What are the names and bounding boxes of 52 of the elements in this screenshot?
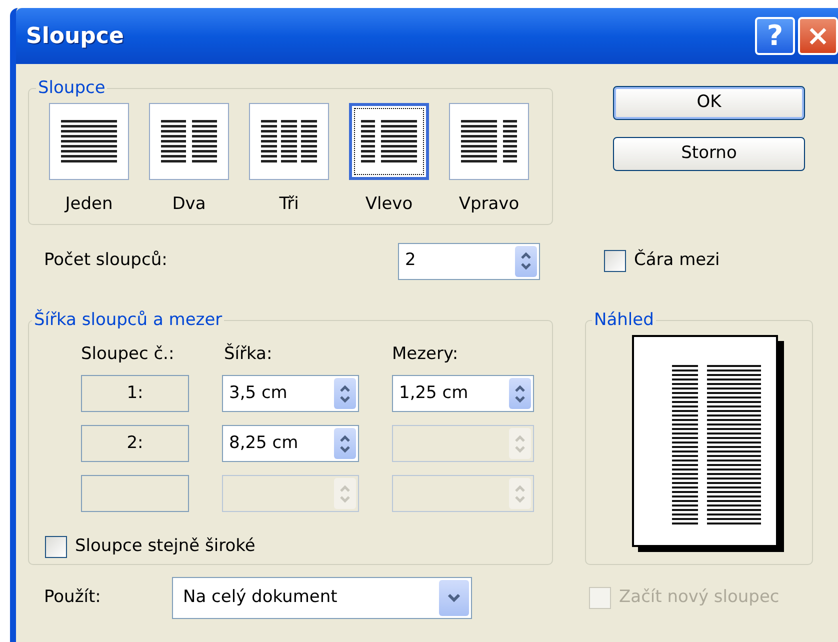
spin-buttons[interactable] <box>509 378 531 409</box>
preset-label: Tři <box>279 192 299 216</box>
up-down-arrows-icon <box>514 484 526 504</box>
checkbox-label: Sloupce stejně široké <box>75 535 256 558</box>
group-label: Sloupce <box>37 77 106 100</box>
layout-preset-button[interactable] <box>249 102 329 180</box>
group-label: Šířka sloupců a mezer <box>33 308 224 332</box>
dialog-button[interactable]: Storno <box>613 137 805 171</box>
preset-label: Vpravo <box>458 192 520 216</box>
up-down-arrows-icon <box>339 384 351 404</box>
number-field[interactable]: 2 <box>398 242 540 280</box>
group-label: Náhled <box>593 309 655 332</box>
dropdown-button[interactable] <box>439 580 469 616</box>
help-button[interactable]: ? <box>755 17 795 55</box>
field-label: Použít: <box>44 586 102 610</box>
preset-label: Jeden <box>65 192 113 216</box>
spin-buttons[interactable] <box>334 378 356 409</box>
spin-buttons[interactable] <box>515 246 537 276</box>
up-down-arrows-icon <box>520 251 532 271</box>
columns-icon <box>461 119 517 163</box>
layout-preset-button[interactable] <box>349 102 429 180</box>
columns-icon <box>261 119 317 163</box>
preset-label: Dva <box>172 192 206 216</box>
columns-icon <box>361 119 417 163</box>
dropdown[interactable]: Na celý dokument <box>172 577 472 619</box>
checkbox[interactable] <box>604 250 626 272</box>
checkbox-label: Začít nový sloupec <box>619 586 780 610</box>
up-down-arrows-icon <box>514 434 526 454</box>
number-field[interactable]: 8,25 cm <box>222 425 359 462</box>
preset-label: Vlevo <box>365 192 413 216</box>
checkbox[interactable] <box>45 536 67 558</box>
column-header: Mezery: <box>392 342 460 366</box>
field-label: Počet sloupců: <box>44 249 168 272</box>
dialog-button[interactable]: OK <box>613 86 805 120</box>
chevron-down-icon <box>447 593 461 603</box>
layout-preset-button[interactable] <box>49 102 129 180</box>
columns-icon <box>61 119 117 163</box>
number-field[interactable]: 3,5 cm <box>222 375 359 412</box>
columns-icon <box>161 119 217 163</box>
column-number-cell: 2: <box>81 425 189 462</box>
checkbox-label: Čára mezi <box>634 248 720 272</box>
column-header: Šířka: <box>224 342 274 366</box>
window-title: Sloupce <box>26 22 124 50</box>
up-down-arrows-icon <box>339 484 351 504</box>
up-down-arrows-icon <box>514 384 526 404</box>
column-header: Sloupec č.: <box>81 342 176 366</box>
layout-preset-button[interactable] <box>449 102 529 180</box>
number-field[interactable]: 1,25 cm <box>392 375 534 412</box>
up-down-arrows-icon <box>339 434 351 454</box>
spin-buttons[interactable] <box>334 428 356 459</box>
layout-preset-button[interactable] <box>149 102 229 180</box>
column-number-cell: 1: <box>81 375 189 412</box>
